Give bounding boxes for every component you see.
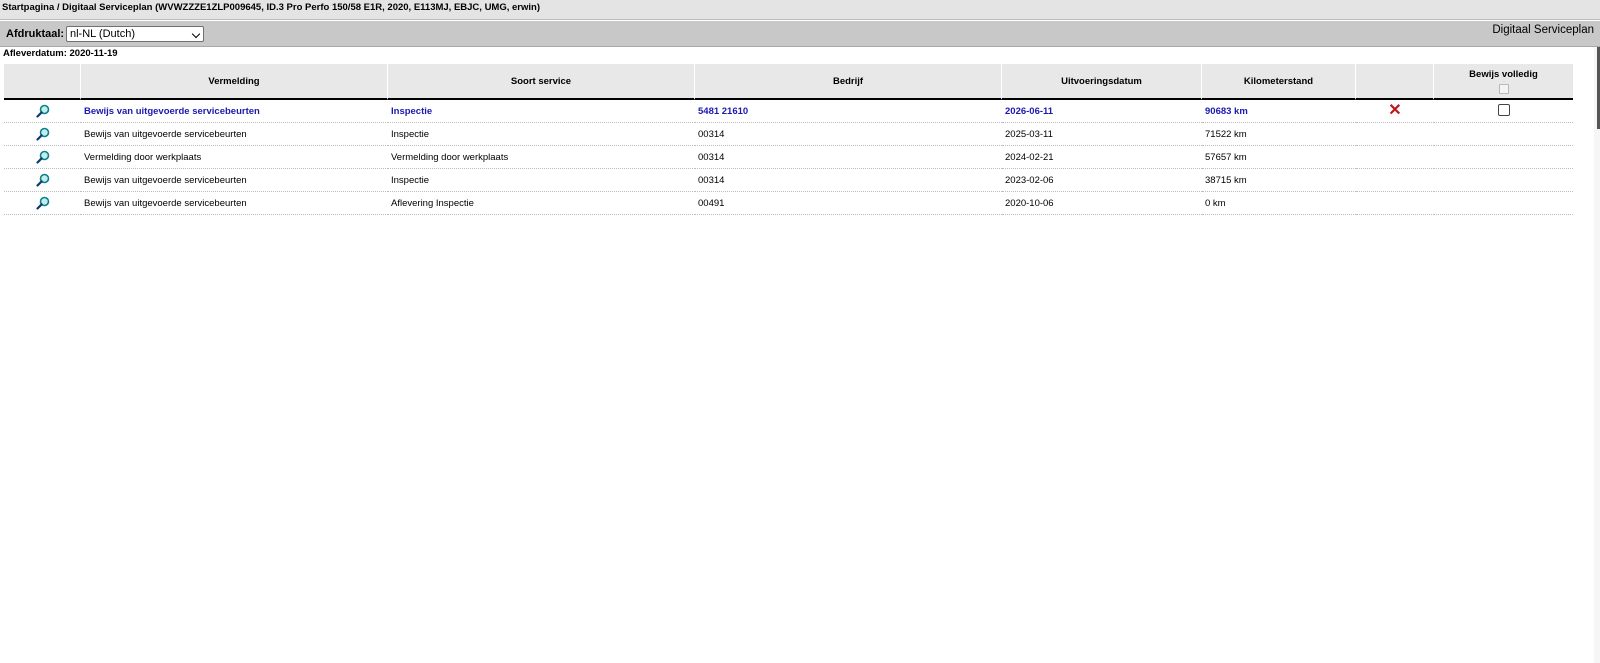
cell-vermelding: Bewijs van uitgevoerde servicebeurten — [81, 192, 388, 215]
bewijs-cell — [1434, 192, 1573, 215]
cell-kilometerstand: 0 km — [1202, 192, 1356, 215]
cell-vermelding: Bewijs van uitgevoerde servicebeurten — [81, 169, 388, 192]
header-uitvoeringsdatum: Uitvoeringsdatum — [1002, 64, 1202, 100]
header-bewijs-volledig-label: Bewijs volledig — [1469, 68, 1538, 80]
breadcrumb: Startpagina / Digitaal Serviceplan (WVWZ… — [0, 0, 1600, 20]
view-cell[interactable] — [4, 192, 81, 215]
view-cell[interactable] — [4, 100, 81, 123]
delete-cell — [1356, 146, 1434, 169]
cell-soort-service: Vermelding door werkplaats — [388, 146, 695, 169]
service-table: Vermelding Soort service Bedrijf Uitvoer… — [4, 64, 1573, 215]
module-title: Digitaal Serviceplan — [1492, 24, 1594, 36]
cell-kilometerstand: 57657 km — [1202, 146, 1356, 169]
cell-uitvoeringsdatum: 2025-03-11 — [1002, 123, 1202, 146]
bewijs-cell — [1434, 169, 1573, 192]
view-cell[interactable] — [4, 123, 81, 146]
print-language-label: Afdruktaal: — [6, 28, 65, 40]
select-all-checkbox[interactable] — [1498, 83, 1509, 94]
cell-bedrijf: 00314 — [695, 123, 1002, 146]
cell-uitvoeringsdatum: 2026-06-11 — [1002, 100, 1202, 123]
delete-cell — [1356, 169, 1434, 192]
bewijs-volledig-checkbox[interactable] — [1497, 103, 1510, 116]
cell-kilometerstand: 90683 km — [1202, 100, 1356, 123]
header-bedrijf: Bedrijf — [695, 64, 1002, 100]
cell-kilometerstand: 38715 km — [1202, 169, 1356, 192]
magnifier-icon[interactable] — [35, 150, 50, 164]
table-row[interactable]: Bewijs van uitgevoerde servicebeurten In… — [4, 100, 1573, 123]
delete-cell — [1356, 192, 1434, 215]
magnifier-icon[interactable] — [35, 104, 50, 118]
magnifier-icon[interactable] — [35, 173, 50, 187]
delivery-date: Afleverdatum: 2020-11-19 — [3, 48, 118, 59]
delete-x-icon[interactable]: ✕ — [1388, 102, 1401, 118]
header-delete — [1356, 64, 1434, 100]
table-header-row: Vermelding Soort service Bedrijf Uitvoer… — [4, 64, 1573, 100]
header-view — [4, 64, 81, 100]
print-language-select[interactable]: nl-NL (Dutch) — [66, 26, 204, 42]
cell-vermelding: Vermelding door werkplaats — [81, 146, 388, 169]
header-soort-service: Soort service — [388, 64, 695, 100]
cell-bedrijf: 5481 21610 — [695, 100, 1002, 123]
table-row[interactable]: Bewijs van uitgevoerde servicebeurten In… — [4, 169, 1573, 192]
header-kilometerstand: Kilometerstand — [1202, 64, 1356, 100]
cell-soort-service: Aflevering Inspectie — [388, 192, 695, 215]
cell-soort-service: Inspectie — [388, 169, 695, 192]
view-cell[interactable] — [4, 146, 81, 169]
cell-bedrijf: 00314 — [695, 169, 1002, 192]
cell-kilometerstand: 71522 km — [1202, 123, 1356, 146]
print-language-value: nl-NL (Dutch) — [70, 28, 135, 40]
cell-uitvoeringsdatum: 2024-02-21 — [1002, 146, 1202, 169]
vertical-scrollbar[interactable] — [1594, 47, 1600, 663]
toolbar: Afdruktaal: nl-NL (Dutch) Digitaal Servi… — [0, 21, 1600, 47]
table-row[interactable]: Bewijs van uitgevoerde servicebeurten In… — [4, 123, 1573, 146]
chevron-down-icon — [191, 29, 201, 39]
bewijs-cell[interactable] — [1434, 100, 1573, 123]
cell-bedrijf: 00491 — [695, 192, 1002, 215]
header-vermelding: Vermelding — [81, 64, 388, 100]
view-cell[interactable] — [4, 169, 81, 192]
cell-soort-service: Inspectie — [388, 123, 695, 146]
table-row[interactable]: Bewijs van uitgevoerde servicebeurten Af… — [4, 192, 1573, 215]
header-bewijs-volledig: Bewijs volledig — [1434, 64, 1573, 100]
cell-vermelding: Bewijs van uitgevoerde servicebeurten — [81, 123, 388, 146]
cell-uitvoeringsdatum: 2023-02-06 — [1002, 169, 1202, 192]
cell-uitvoeringsdatum: 2020-10-06 — [1002, 192, 1202, 215]
delete-cell — [1356, 123, 1434, 146]
delete-cell[interactable]: ✕ — [1356, 100, 1434, 123]
cell-bedrijf: 00314 — [695, 146, 1002, 169]
bewijs-cell — [1434, 123, 1573, 146]
bewijs-cell — [1434, 146, 1573, 169]
cell-vermelding: Bewijs van uitgevoerde servicebeurten — [81, 100, 388, 123]
cell-soort-service: Inspectie — [388, 100, 695, 123]
magnifier-icon[interactable] — [35, 196, 50, 210]
magnifier-icon[interactable] — [35, 127, 50, 141]
table-row[interactable]: Vermelding door werkplaats Vermelding do… — [4, 146, 1573, 169]
